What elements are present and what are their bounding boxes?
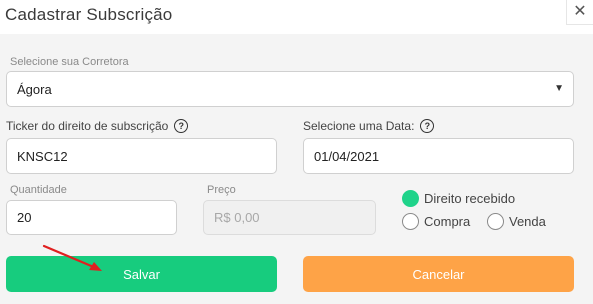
radio-checked-icon[interactable]: [402, 190, 419, 207]
radio-direito-recebido-label: Direito recebido: [424, 191, 516, 206]
broker-select-value: Ágora: [17, 81, 52, 97]
ticker-label-text: Ticker do direito de subscrição: [6, 119, 169, 133]
broker-select[interactable]: Ágora ▼: [6, 71, 574, 107]
quantity-input-value: 20: [17, 210, 32, 225]
date-label-text: Selecione uma Data:: [303, 119, 415, 133]
radio-unchecked-icon[interactable]: [402, 213, 419, 230]
radio-compra[interactable]: Compra: [402, 213, 470, 230]
radio-venda[interactable]: Venda: [487, 213, 546, 230]
cancel-button[interactable]: Cancelar: [303, 256, 574, 292]
ticker-input[interactable]: KNSC12: [6, 138, 277, 174]
ticker-input-value: KNSC12: [17, 148, 68, 164]
chevron-down-icon: ▼: [554, 82, 564, 94]
price-input-placeholder: R$ 0,00: [214, 210, 260, 225]
close-button[interactable]: ✕: [566, 0, 593, 25]
broker-label: Selecione sua Corretora: [10, 56, 129, 68]
save-button-label: Salvar: [123, 266, 160, 282]
radio-venda-label: Venda: [509, 214, 546, 229]
date-input-value: 01/04/2021: [314, 148, 380, 164]
date-label: Selecione uma Data: ?: [303, 119, 435, 133]
help-icon[interactable]: ?: [174, 119, 189, 133]
date-input[interactable]: 01/04/2021: [303, 138, 574, 174]
quantity-input[interactable]: 20: [6, 200, 177, 235]
price-input: R$ 0,00: [203, 200, 376, 235]
close-icon: ✕: [573, 3, 587, 20]
radio-unchecked-icon[interactable]: [487, 213, 504, 230]
quantity-label: Quantidade: [10, 184, 67, 196]
modal-header: Cadastrar Subscrição ✕: [0, 0, 593, 34]
price-label: Preço: [207, 184, 236, 196]
help-icon[interactable]: ?: [420, 119, 435, 133]
modal-title: Cadastrar Subscrição: [5, 5, 173, 24]
ticker-label: Ticker do direito de subscrição ?: [6, 119, 189, 133]
cancel-button-label: Cancelar: [412, 266, 465, 282]
annotation-arrow-icon: [42, 244, 102, 271]
radio-direito-recebido[interactable]: Direito recebido: [402, 190, 515, 207]
radio-compra-label: Compra: [424, 214, 471, 229]
